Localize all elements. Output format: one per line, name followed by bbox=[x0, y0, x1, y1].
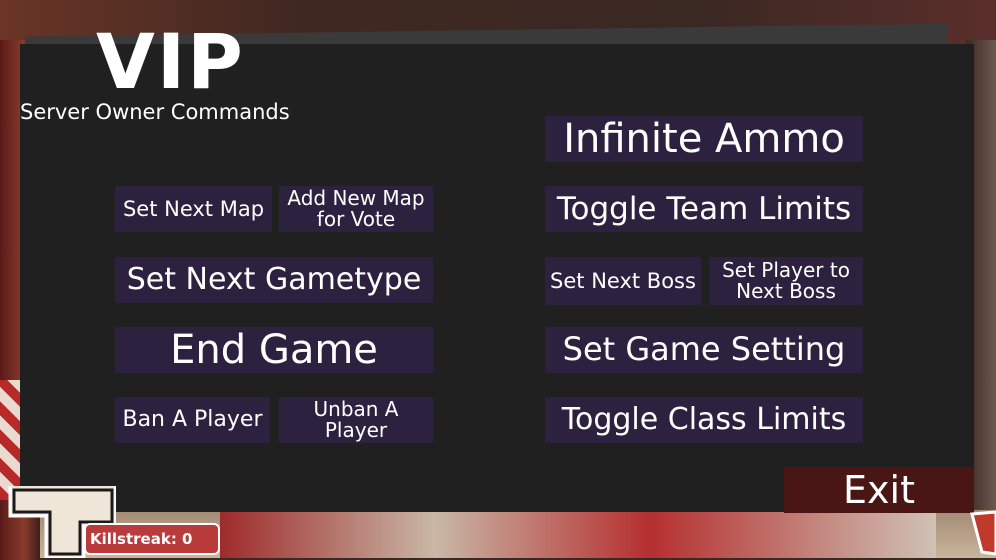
set-player-to-next-boss-button[interactable]: Set Player to Next Boss bbox=[709, 257, 863, 305]
exit-button[interactable]: Exit bbox=[784, 467, 974, 513]
set-next-gametype-button[interactable]: Set Next Gametype bbox=[115, 257, 433, 303]
hud-corner-marker bbox=[970, 510, 996, 556]
page-title: VIP bbox=[96, 17, 245, 106]
background-floor bbox=[220, 512, 936, 558]
set-game-setting-button[interactable]: Set Game Setting bbox=[545, 327, 863, 373]
set-next-boss-button[interactable]: Set Next Boss bbox=[545, 257, 701, 305]
toggle-class-limits-button[interactable]: Toggle Class Limits bbox=[545, 397, 863, 443]
unban-a-player-button[interactable]: Unban A Player bbox=[279, 397, 433, 443]
ban-a-player-button[interactable]: Ban A Player bbox=[115, 397, 270, 443]
killstreak-badge: Killstreak: 0 bbox=[84, 523, 220, 555]
infinite-ammo-button[interactable]: Infinite Ammo bbox=[545, 116, 863, 162]
end-game-button[interactable]: End Game bbox=[115, 327, 433, 373]
toggle-team-limits-button[interactable]: Toggle Team Limits bbox=[545, 186, 863, 232]
set-next-map-button[interactable]: Set Next Map bbox=[115, 186, 272, 232]
page-subtitle: Server Owner Commands bbox=[20, 100, 290, 124]
add-new-map-for-vote-button[interactable]: Add New Map for Vote bbox=[279, 186, 433, 232]
